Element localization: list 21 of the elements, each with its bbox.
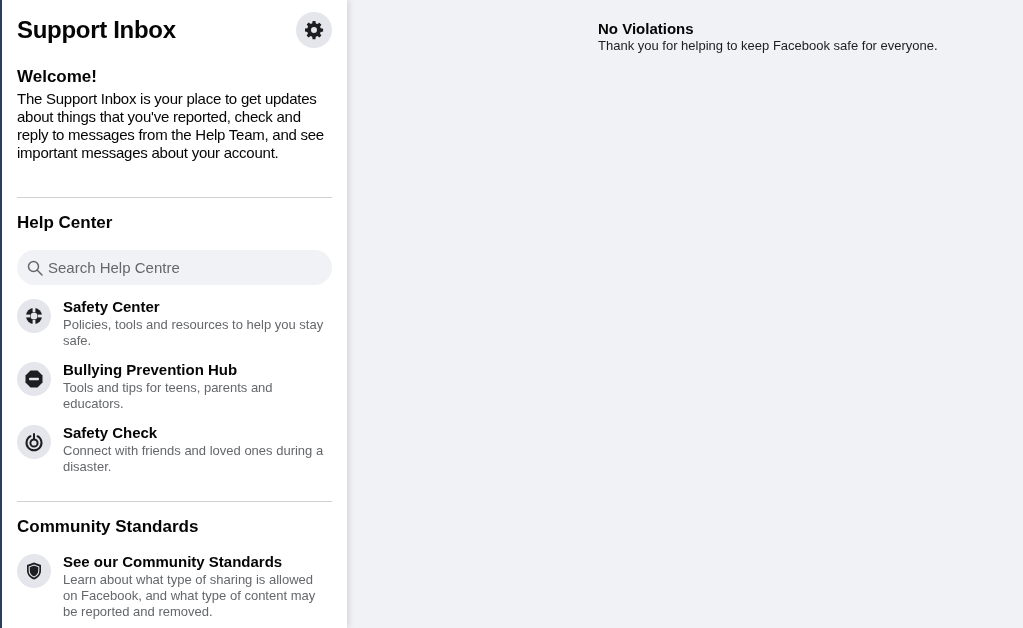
section-heading: Help Center (17, 212, 114, 234)
settings-icon (304, 20, 324, 40)
link-title[interactable]: See our Community Standards (63, 552, 332, 572)
status-heading: No Violations (598, 20, 695, 38)
item-description: Policies, tools and resources to help you stay safe. (63, 317, 325, 349)
link-title[interactable]: Safety Check (63, 423, 332, 443)
shield-icon (17, 554, 51, 588)
welcome-text: The Support Inbox is your place to get updates about things that you've reported, check and reply to messages from the Help Team, and see important messages about your account. (17, 90, 325, 162)
section-heading: Welcome! (17, 66, 98, 88)
section-heading: Community Standards (17, 516, 200, 538)
item-description: Connect with friends and loved ones during a disaster. (63, 443, 325, 475)
search-field[interactable]: Search Help Centre (17, 250, 332, 285)
stop-sign-icon (17, 362, 51, 396)
link-title[interactable]: Bullying Prevention Hub (63, 360, 332, 380)
settings-button[interactable] (296, 12, 332, 48)
item-description: Tools and tips for teens, parents and educators. (63, 380, 274, 412)
item-description: Learn about what type of sharing is allowed on Facebook, and what type of content may be reported and removed. (63, 572, 317, 620)
status-text: Thank you for helping to keep Facebook safe for everyone. (598, 38, 938, 54)
page-title: Support Inbox (17, 15, 176, 45)
link-title[interactable]: Safety Center (63, 297, 332, 317)
lifebuoy-icon (17, 299, 51, 333)
